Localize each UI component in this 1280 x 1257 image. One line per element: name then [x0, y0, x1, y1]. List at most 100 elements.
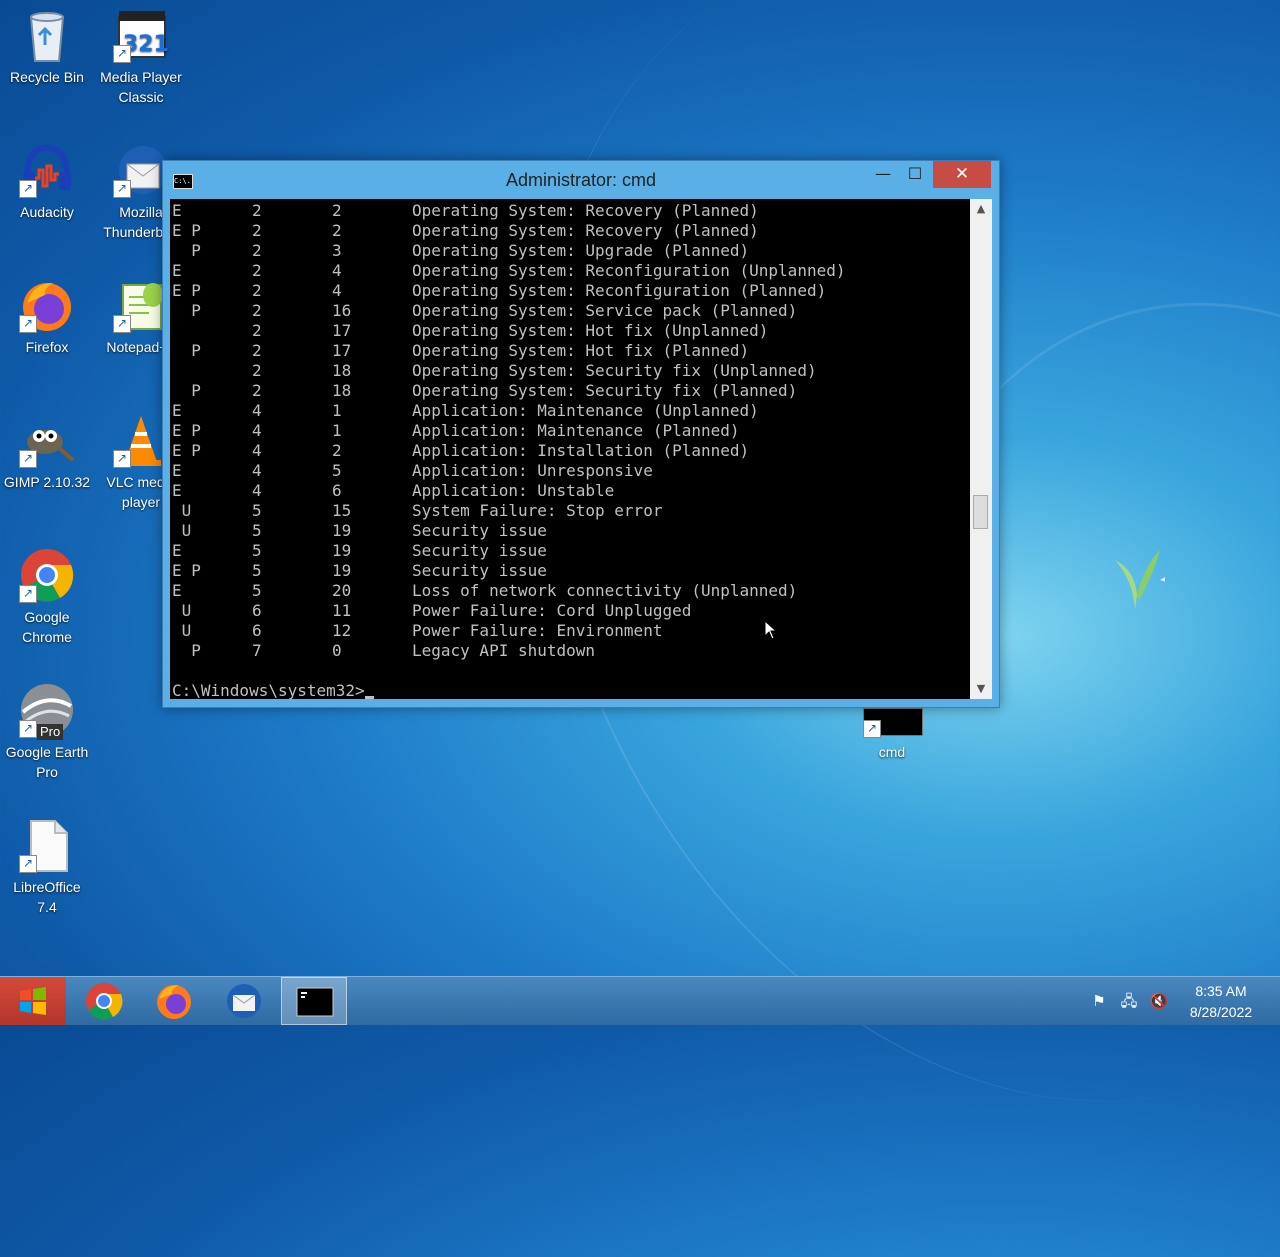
- close-button[interactable]: ✕: [933, 161, 991, 188]
- reason-flags: U: [172, 501, 192, 520]
- taskbar-chrome[interactable]: [71, 977, 137, 1025]
- minor-code: 11: [332, 601, 352, 620]
- reason-title: Operating System: Reconfiguration (Unpla…: [412, 261, 846, 280]
- reason-flags: P: [172, 301, 201, 320]
- reason-flags: P: [172, 641, 201, 660]
- minor-code: 2: [332, 441, 342, 460]
- desktop-icon-google-earth-pro[interactable]: Pro ↗ Google Earth Pro: [3, 680, 91, 782]
- clock-date: 8/28/2022: [1189, 1004, 1253, 1020]
- maximize-button[interactable]: ☐: [901, 161, 929, 188]
- minor-code: 20: [332, 581, 352, 600]
- vlc-icon: ↗: [113, 412, 169, 468]
- shortcut-arrow-icon: ↗: [863, 720, 881, 738]
- minimize-button[interactable]: —: [869, 161, 897, 188]
- minor-code: 19: [332, 541, 352, 560]
- chrome-icon: [86, 983, 123, 1020]
- desktop-icon-audacity[interactable]: ↗ Audacity: [3, 140, 91, 222]
- reason-title: Operating System: Recovery (Planned): [412, 221, 759, 240]
- vertical-scrollbar[interactable]: ▲ ▼: [970, 199, 992, 699]
- window-titlebar[interactable]: C:\. Administrator: cmd — ☐ ✕: [163, 161, 999, 199]
- reason-flags: U: [172, 601, 192, 620]
- desktop-icon-label: cmd: [878, 744, 906, 760]
- reason-flags: E: [172, 581, 182, 600]
- volume-muted-icon[interactable]: 🔇: [1149, 991, 1169, 1011]
- desktop-icon-label: Google Earth Pro: [5, 744, 89, 780]
- media-player-classic-icon: 321 ↗: [113, 7, 169, 63]
- reason-flags: E: [172, 461, 182, 480]
- reason-title: Application: Maintenance (Unplanned): [412, 401, 759, 420]
- libreoffice-icon: ↗: [19, 817, 75, 873]
- taskbar-cmd[interactable]: [281, 977, 347, 1025]
- minor-code: 5: [332, 461, 342, 480]
- recycle-bin-icon: [19, 7, 75, 63]
- reason-flags: P: [172, 381, 201, 400]
- shortcut-arrow-icon: ↗: [19, 855, 37, 873]
- command-prompt[interactable]: C:\Windows\system32>: [172, 681, 374, 699]
- minor-code: 18: [332, 381, 352, 400]
- action-center-flag-icon[interactable]: ⚑: [1089, 991, 1109, 1011]
- major-code: 7: [252, 641, 262, 660]
- system-clock[interactable]: 8:35 AM 8/28/2022: [1178, 981, 1264, 1023]
- reason-flags: E P: [172, 221, 201, 240]
- scroll-up-arrow-icon[interactable]: ▲: [970, 199, 992, 219]
- major-code: 4: [252, 421, 262, 440]
- reason-flags: E: [172, 541, 182, 560]
- desktop-icon-gimp[interactable]: ↗ GIMP 2.10.32: [3, 410, 91, 492]
- mouse-pointer-icon: [764, 620, 778, 640]
- console-output[interactable]: C:\Windows\system32> E 2 2 Operating System…: [170, 199, 970, 699]
- taskbar: ⚑ 🖧 🔇 8:35 AM 8/28/2022: [0, 976, 1280, 1025]
- minor-code: 12: [332, 621, 352, 640]
- reason-title: Operating System: Security fix (Planned): [412, 381, 798, 400]
- major-code: 2: [252, 261, 262, 280]
- minor-code: 4: [332, 281, 342, 300]
- shortcut-arrow-icon: ↗: [19, 585, 37, 603]
- desktop-icon-recycle-bin[interactable]: Recycle Bin: [3, 5, 91, 87]
- start-button[interactable]: [0, 977, 66, 1025]
- desktop-icon-label: Google Chrome: [22, 609, 72, 645]
- major-code: 5: [252, 561, 262, 580]
- minor-code: 19: [332, 561, 352, 580]
- taskbar-firefox[interactable]: [141, 977, 207, 1025]
- reason-title: Operating System: Reconfiguration (Plann…: [412, 281, 827, 300]
- desktop-icon-firefox[interactable]: ↗ Firefox: [3, 275, 91, 357]
- taskbar-thunderbird[interactable]: [211, 977, 277, 1025]
- desktop-icon-libreoffice[interactable]: ↗ LibreOffice 7.4: [3, 815, 91, 917]
- reason-title: Application: Maintenance (Planned): [412, 421, 740, 440]
- cmd-window[interactable]: C:\. Administrator: cmd — ☐ ✕ C:\Windows…: [162, 160, 1000, 708]
- windows-logo-icon: [20, 987, 46, 1015]
- minor-code: 15: [332, 501, 352, 520]
- reason-flags: E: [172, 201, 182, 220]
- reason-title: Power Failure: Environment: [412, 621, 663, 640]
- desktop-icon-media-player-classic[interactable]: 321 ↗ Media Player Classic: [97, 5, 185, 107]
- reason-flags: E P: [172, 421, 201, 440]
- gimp-icon: ↗: [19, 412, 75, 468]
- reason-title: Loss of network connectivity (Unplanned): [412, 581, 798, 600]
- desktop-icon-cmd[interactable]: ↗ cmd: [848, 706, 936, 762]
- shortcut-arrow-icon: ↗: [113, 315, 131, 333]
- major-code: 2: [252, 241, 262, 260]
- scrollbar-thumb[interactable]: [973, 495, 988, 529]
- reason-flags: E P: [172, 561, 201, 580]
- scroll-down-arrow-icon[interactable]: ▼: [970, 679, 992, 699]
- minor-code: 3: [332, 241, 342, 260]
- reason-title: Legacy API shutdown: [412, 641, 596, 660]
- thunderbird-icon: ↗: [113, 142, 169, 198]
- desktop-icon-google-chrome[interactable]: ↗ Google Chrome: [3, 545, 91, 647]
- shortcut-arrow-icon: ↗: [19, 450, 37, 468]
- minor-code: 1: [332, 401, 342, 420]
- firefox-icon: ↗: [19, 277, 75, 333]
- audacity-icon: ↗: [19, 142, 75, 198]
- reason-title: Application: Unstable: [412, 481, 615, 500]
- minor-code: 2: [332, 221, 342, 240]
- reason-flags: E: [172, 481, 182, 500]
- wallpaper-leaf-decoration: [1115, 550, 1165, 610]
- reason-title: Operating System: Service pack (Planned): [412, 301, 798, 320]
- reason-title: Power Failure: Cord Unplugged: [412, 601, 692, 620]
- shortcut-arrow-icon: ↗: [19, 315, 37, 333]
- major-code: 5: [252, 521, 262, 540]
- reason-title: System Failure: Stop error: [412, 501, 663, 520]
- reason-title: Security issue: [412, 521, 547, 540]
- reason-title: Application: Unresponsive: [412, 461, 653, 480]
- reason-flags: E: [172, 261, 182, 280]
- network-icon[interactable]: 🖧: [1119, 991, 1139, 1011]
